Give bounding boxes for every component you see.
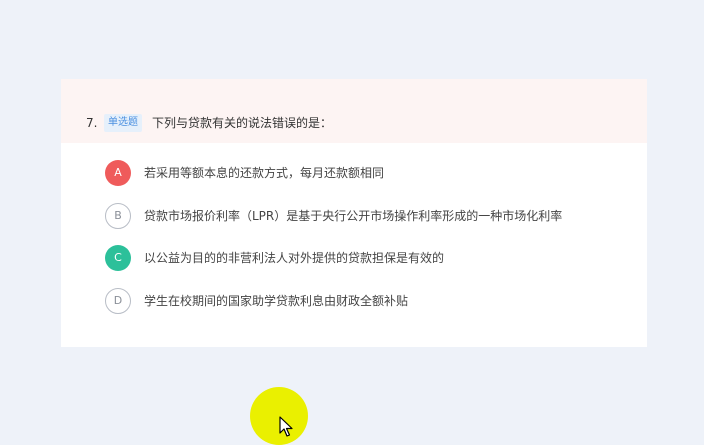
option-d-marker[interactable]: D (105, 288, 131, 314)
option-a-text: 若采用等额本息的还款方式，每月还款额相同 (144, 166, 385, 180)
option-b-marker[interactable]: B (105, 203, 131, 229)
option-a-marker[interactable]: A (105, 160, 131, 186)
question-text: 下列与贷款有关的说法错误的是： (152, 116, 333, 130)
question-number: 7. (86, 116, 98, 130)
question-type-badge: 单选题 (104, 114, 142, 132)
mouse-pointer-icon (279, 416, 293, 437)
option-d[interactable]: D 学生在校期间的国家助学贷款利息由财政全额补贴 (105, 288, 625, 316)
question-header: 7. 单选题 下列与贷款有关的说法错误的是： (61, 79, 647, 143)
option-b[interactable]: B 贷款市场报价利率（LPR）是基于央行公开市场操作利率形成的一种市场化利率 (105, 203, 625, 231)
option-b-text: 贷款市场报价利率（LPR）是基于央行公开市场操作利率形成的一种市场化利率 (144, 209, 563, 223)
option-c[interactable]: C 以公益为目的的非营利法人对外提供的贷款担保是有效的 (105, 245, 625, 273)
question-card: 7. 单选题 下列与贷款有关的说法错误的是： A 若采用等额本息的还款方式，每月… (61, 79, 647, 347)
option-a[interactable]: A 若采用等额本息的还款方式，每月还款额相同 (105, 160, 625, 188)
option-c-marker[interactable]: C (105, 245, 131, 271)
option-d-text: 学生在校期间的国家助学贷款利息由财政全额补贴 (144, 294, 409, 308)
option-c-text: 以公益为目的的非营利法人对外提供的贷款担保是有效的 (144, 251, 445, 265)
